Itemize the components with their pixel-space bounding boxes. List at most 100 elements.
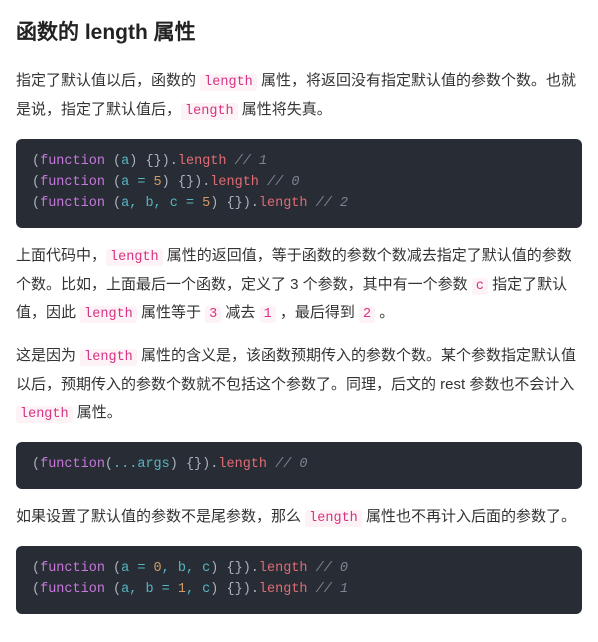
param: a, b, c (121, 196, 186, 211)
space (227, 154, 235, 169)
keyword: function (40, 154, 105, 169)
space (308, 561, 316, 576)
number: 0 (145, 561, 161, 576)
prop-length: length (259, 582, 308, 597)
param: , c (186, 582, 210, 597)
number: 1 (170, 582, 186, 597)
punct: ( (113, 582, 121, 597)
punct: ( (32, 582, 40, 597)
code-line: (function (a = 5) {}).length // 0 (32, 173, 566, 194)
inline-code-length: length (80, 349, 137, 366)
space (308, 582, 316, 597)
operator: = (162, 582, 170, 597)
keyword: function (40, 457, 105, 472)
keyword: function (40, 175, 105, 190)
space (105, 175, 113, 190)
punct: ( (32, 457, 40, 472)
punct: ( (105, 457, 113, 472)
punct: ( (113, 154, 121, 169)
param: a (121, 561, 137, 576)
paragraph-3: 这是因为 length 属性的含义是，该函数预期传入的参数个数。某个参数指定默认… (16, 342, 582, 428)
text: ，最后得到 (276, 304, 359, 321)
space (105, 582, 113, 597)
body: {} (170, 175, 194, 190)
punct: ( (113, 175, 121, 190)
code-line: (function (a) {}).length // 1 (32, 152, 566, 173)
punct: ( (113, 196, 121, 211)
punct: ( (32, 196, 40, 211)
code-line: (function (a, b, c = 5) {}).length // 2 (32, 194, 566, 215)
keyword: function (40, 561, 105, 576)
text: 上面代码中， (16, 247, 106, 264)
comment: // 0 (316, 561, 348, 576)
inline-code-1: 1 (260, 306, 276, 323)
prop-length: length (259, 196, 308, 211)
space (105, 561, 113, 576)
section-heading: 函数的 length 属性 (16, 14, 582, 53)
paragraph-2: 上面代码中，length 属性的返回值，等于函数的参数个数减去指定了默认值的参数… (16, 242, 582, 329)
comment: // 1 (235, 154, 267, 169)
spread: ... (113, 457, 137, 472)
punct: ) (210, 561, 218, 576)
punct: ) (162, 154, 170, 169)
body: {} (137, 154, 161, 169)
space (267, 457, 275, 472)
inline-code-length: length (200, 74, 257, 91)
punct: ( (113, 561, 121, 576)
punct: ) (243, 582, 251, 597)
operator: = (186, 196, 194, 211)
inline-code-length: length (80, 306, 137, 323)
inline-code-length: length (16, 406, 73, 423)
param: a, b (121, 582, 162, 597)
prop-length: length (178, 154, 227, 169)
code-block-3: (function (a = 0, b, c) {}).length // 0(… (16, 546, 582, 614)
punct: ( (32, 175, 40, 190)
text: 。 (375, 304, 394, 321)
code-block-2: (function(...args) {}).length // 0 (16, 442, 582, 489)
punct: ( (32, 154, 40, 169)
prop-length: length (259, 561, 308, 576)
text: 属性。 (73, 404, 122, 421)
inline-code-2: 2 (359, 306, 375, 323)
punct: ) (243, 196, 251, 211)
punct: ( (32, 561, 40, 576)
code-line: (function (a, b = 1, c) {}).length // 1 (32, 580, 566, 601)
inline-code-length: length (106, 249, 163, 266)
paragraph-4: 如果设置了默认值的参数不是尾参数，那么 length 属性也不再计入后面的参数了… (16, 503, 582, 532)
text: 这是因为 (16, 347, 80, 364)
code-block-1: (function (a) {}).length // 1(function (… (16, 139, 582, 228)
text: 属性等于 (137, 304, 205, 321)
keyword: function (40, 196, 105, 211)
code-line: (function (a = 0, b, c) {}).length // 0 (32, 559, 566, 580)
comment: // 1 (316, 582, 348, 597)
punct: ) (194, 175, 202, 190)
code-line: (function(...args) {}).length // 0 (32, 455, 566, 476)
dot: . (251, 582, 259, 597)
punct: ) (162, 175, 170, 190)
space (105, 154, 113, 169)
space (259, 175, 267, 190)
punct: ) (243, 561, 251, 576)
keyword: function (40, 582, 105, 597)
prop-length: length (210, 175, 259, 190)
prop-length: length (218, 457, 267, 472)
body: {} (218, 196, 242, 211)
inline-code-length: length (181, 103, 238, 120)
operator: = (137, 561, 145, 576)
comment: // 0 (267, 175, 299, 190)
dot: . (251, 196, 259, 211)
text: 如果设置了默认值的参数不是尾参数，那么 (16, 508, 305, 525)
dot: . (170, 154, 178, 169)
param: args (137, 457, 169, 472)
text: 属性将失真。 (238, 101, 332, 118)
punct: ) (210, 582, 218, 597)
text: 属性也不再计入后面的参数了。 (362, 508, 576, 525)
punct: ) (170, 457, 178, 472)
inline-code-c: c (472, 278, 488, 295)
space (308, 196, 316, 211)
number: 5 (194, 196, 210, 211)
body: {} (178, 457, 202, 472)
comment: // 0 (275, 457, 307, 472)
text: 减去 (221, 304, 259, 321)
inline-code-3: 3 (205, 306, 221, 323)
